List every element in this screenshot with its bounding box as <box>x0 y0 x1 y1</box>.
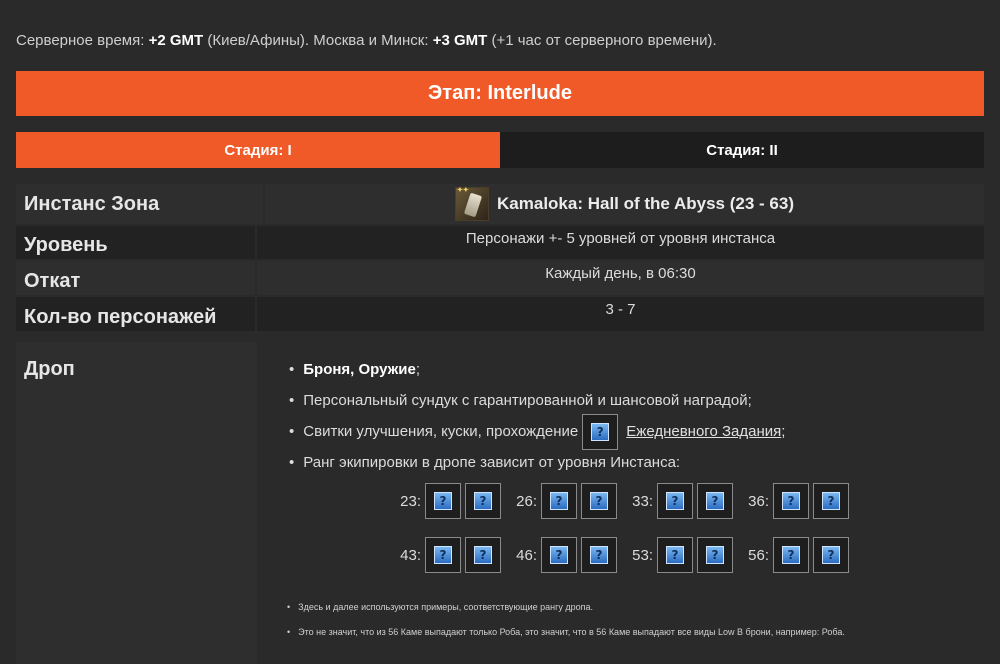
question-icon: ? <box>666 492 684 510</box>
question-icon: ? <box>782 492 800 510</box>
question-icon: ? <box>591 422 610 441</box>
row-reset: Откат Каждый день, в 06:30 <box>16 261 984 295</box>
unknown-item-icon[interactable]: ? <box>465 537 501 573</box>
stage-banner: Этап: Interlude <box>16 71 984 116</box>
drop-scrolls-text: Свитки улучшения, куски, прохождение <box>303 423 579 440</box>
server-gmt: +2 GMT <box>148 32 204 49</box>
unknown-item-icon[interactable]: ? <box>581 537 617 573</box>
question-icon: ? <box>474 492 492 510</box>
row-level: Уровень Персонажи +- 5 уровней от уровня… <box>16 226 984 259</box>
list-item: Персональный сундук с гарантированной и … <box>289 385 785 416</box>
grade-23: 23:?? <box>393 483 503 519</box>
drop-armor-weapon: Броня, Оружие <box>303 361 416 378</box>
party-size-value: 3 - 7 <box>257 297 984 331</box>
unknown-item-icon[interactable]: ? <box>813 483 849 519</box>
drop-chest-text: Персональный сундук с гарантированной и … <box>303 392 752 409</box>
unknown-item-icon[interactable]: ? <box>425 483 461 519</box>
grade-level: 33: <box>632 492 653 510</box>
question-icon: ? <box>822 492 840 510</box>
grade-level: 26: <box>516 492 537 510</box>
daily-quest-unknown-icon[interactable]: ? <box>582 413 619 450</box>
question-icon: ? <box>666 546 684 564</box>
drop-item3-tail: ; <box>781 423 786 440</box>
grade-level: 46: <box>516 546 537 564</box>
stage-tabs: Стадия: I Стадия: II <box>16 132 984 168</box>
question-icon: ? <box>434 546 452 564</box>
list-item: Броня, Оружие; <box>289 354 785 385</box>
drop-section: Дроп Броня, Оружие; Персональный сундук … <box>16 342 984 664</box>
level-value: Персонажи +- 5 уровней от уровня инстанс… <box>257 226 984 259</box>
daily-quest-link[interactable]: Ежедневного Задания <box>626 423 781 440</box>
unknown-item-icon[interactable]: ? <box>773 537 809 573</box>
list-item: Свитки улучшения, куски, прохождение ? Еж… <box>289 413 786 450</box>
unknown-item-icon[interactable]: ? <box>697 537 733 573</box>
drop-label: Дроп <box>24 358 75 380</box>
row-party-size: Кол-во персонажей 3 - 7 <box>16 297 984 331</box>
grade-level: 23: <box>400 492 421 510</box>
question-icon: ? <box>706 546 724 564</box>
grade-56: 56:?? <box>741 537 851 573</box>
unknown-item-icon[interactable]: ? <box>581 483 617 519</box>
moscow-gmt: +3 GMT <box>432 32 488 49</box>
grade-46: 46:?? <box>509 537 619 573</box>
grade-level: 56: <box>748 546 769 564</box>
unknown-item-icon[interactable]: ? <box>465 483 501 519</box>
unknown-item-icon[interactable]: ? <box>541 483 577 519</box>
grade-33: 33:?? <box>625 483 735 519</box>
party-size-label: Кол-во персонажей <box>16 297 255 331</box>
drop-note-robe: Это не значит, что из 56 Каме выпадают т… <box>287 619 845 644</box>
drop-grade-text: Ранг экипировки в дропе зависит от уровн… <box>303 454 681 471</box>
grade-row-1: 23:?? 26:?? 33:?? 36:?? <box>393 482 857 520</box>
grade-53: 53:?? <box>625 537 735 573</box>
level-label: Уровень <box>16 226 255 259</box>
question-icon: ? <box>822 546 840 564</box>
server-time-note: Серверное время: +2 GMT (Киев/Афины). Мо… <box>16 32 717 49</box>
drop-list: Броня, Оружие; Персональный сундук с гар… <box>289 354 785 478</box>
reset-value: Каждый день, в 06:30 <box>257 261 984 295</box>
grade-level: 53: <box>632 546 653 564</box>
unknown-item-icon[interactable]: ? <box>541 537 577 573</box>
instance-info-table: Инстанс Зона Kamaloka: Hall of the Abyss… <box>16 184 984 333</box>
question-icon: ? <box>782 546 800 564</box>
grade-43: 43:?? <box>393 537 503 573</box>
instance-zone-value: Kamaloka: Hall of the Abyss (23 - 63) <box>265 184 984 224</box>
row-instance-zone: Инстанс Зона Kamaloka: Hall of the Abyss… <box>16 184 984 224</box>
drop-note-examples: Здесь и далее используются примеры, соот… <box>287 594 845 619</box>
instance-zone-label: Инстанс Зона <box>16 184 263 224</box>
tab-stage-2[interactable]: Стадия: II <box>500 132 984 168</box>
list-item: Ранг экипировки в дропе зависит от уровн… <box>289 447 785 478</box>
grade-36: 36:?? <box>741 483 851 519</box>
grade-row-2: 43:?? 46:?? 53:?? 56:?? <box>393 536 857 574</box>
tab-stage-1[interactable]: Стадия: I <box>16 132 500 168</box>
unknown-item-icon[interactable]: ? <box>773 483 809 519</box>
question-icon: ? <box>590 492 608 510</box>
question-icon: ? <box>550 546 568 564</box>
server-time-suffix: (+1 час от серверного времени). <box>487 32 717 49</box>
grade-level: 36: <box>748 492 769 510</box>
grade-26: 26:?? <box>509 483 619 519</box>
drop-notes: Здесь и далее используются примеры, соот… <box>287 594 845 644</box>
instance-zone-name: Kamaloka: Hall of the Abyss (23 - 63) <box>497 194 794 213</box>
question-icon: ? <box>434 492 452 510</box>
drop-item1-tail: ; <box>415 361 421 378</box>
unknown-item-icon[interactable]: ? <box>657 537 693 573</box>
server-time-prefix: Серверное время: <box>16 32 149 49</box>
question-icon: ? <box>474 546 492 564</box>
reset-label: Откат <box>16 261 255 295</box>
question-icon: ? <box>706 492 724 510</box>
question-icon: ? <box>590 546 608 564</box>
grade-grid: 23:?? 26:?? 33:?? 36:?? 43:?? 46:?? 53:?… <box>393 482 857 590</box>
unknown-item-icon[interactable]: ? <box>813 537 849 573</box>
grade-level: 43: <box>400 546 421 564</box>
unknown-item-icon[interactable]: ? <box>657 483 693 519</box>
kamaloka-scroll-icon <box>455 186 490 221</box>
server-time-middle: (Киев/Афины). Москва и Минск: <box>203 32 433 49</box>
unknown-item-icon[interactable]: ? <box>697 483 733 519</box>
question-icon: ? <box>550 492 568 510</box>
drop-content: Броня, Оружие; Персональный сундук с гар… <box>257 342 984 664</box>
unknown-item-icon[interactable]: ? <box>425 537 461 573</box>
